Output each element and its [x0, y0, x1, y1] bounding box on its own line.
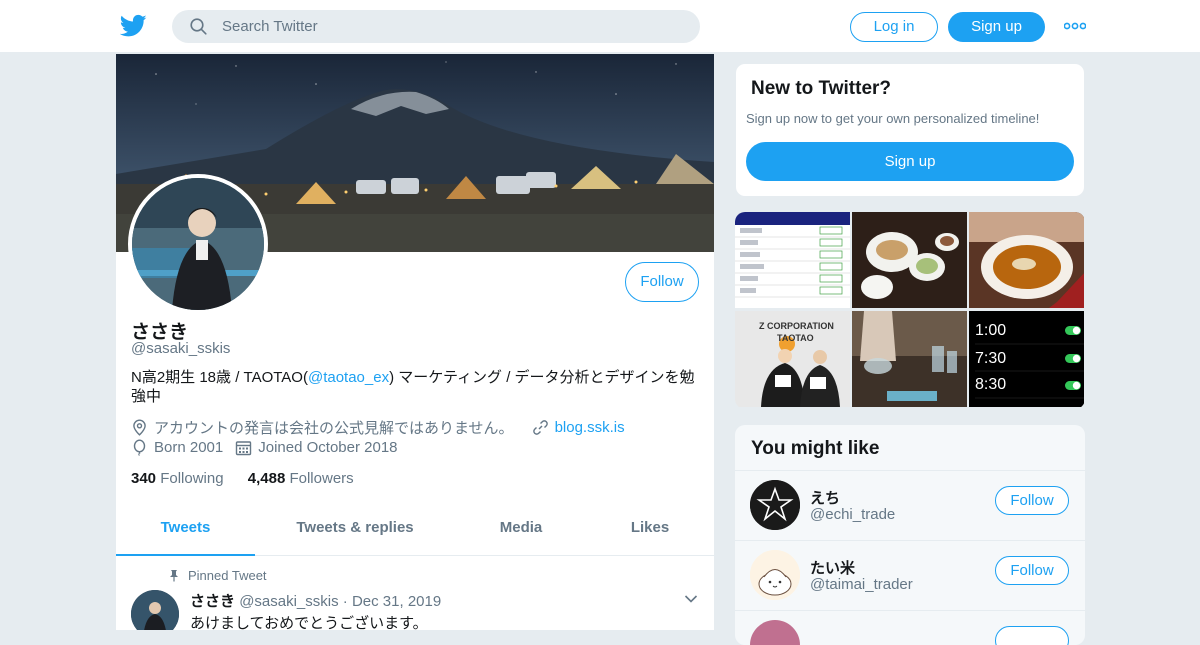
profile-location: アカウントの発言は会社の公式見解ではありません。	[154, 420, 514, 437]
suggested-user-follow-button[interactable]: Follow	[995, 486, 1069, 515]
top-navigation-bar: Log in Sign up	[0, 0, 1200, 53]
signup-button[interactable]: Sign up	[948, 12, 1045, 42]
pinned-tweet-label: Pinned Tweet	[188, 568, 267, 583]
tweet-separator: ·	[342, 593, 348, 610]
profile-joined-date: Joined October 2018	[258, 439, 398, 456]
tweet-date[interactable]: Dec 31, 2019	[352, 593, 441, 610]
tab-likes[interactable]: Likes	[610, 512, 690, 556]
follow-button[interactable]: Follow	[625, 262, 699, 302]
media-grid: Z CORPORATION TAOTAO 1:00 7:30 8:30	[735, 212, 1085, 409]
profile-tabs: Tweets Tweets & replies Media Likes	[116, 512, 714, 556]
tweet-author-avatar[interactable]	[131, 590, 179, 630]
following-count: 340	[131, 470, 157, 487]
media-corp-text: Z CORPORATION	[759, 321, 834, 331]
profile-avatar[interactable]	[128, 174, 268, 314]
login-button[interactable]: Log in	[850, 12, 938, 42]
profile-location-row: アカウントの発言は会社の公式見解ではありません。 blog.ssk.is	[131, 417, 625, 438]
balloon-icon	[133, 439, 146, 456]
media-tile-curry[interactable]	[969, 212, 1084, 308]
profile-dates-row: Born 2001 Joined October 2018	[131, 439, 398, 456]
link-icon	[532, 420, 548, 435]
media-brand-text: TAOTAO	[777, 333, 814, 343]
following-label: Following	[160, 470, 224, 487]
new-to-twitter-card: New to Twitter? Sign up now to get your …	[735, 63, 1085, 197]
media-tile-alarm-screenshot[interactable]: 1:00 7:30 8:30	[969, 311, 1084, 407]
suggested-user-follow-button[interactable]: Follow	[995, 556, 1069, 585]
search-input[interactable]	[222, 10, 682, 43]
media-tile-team-photo[interactable]: Z CORPORATION TAOTAO	[735, 311, 850, 407]
chevron-down-icon[interactable]	[684, 594, 698, 604]
search-icon	[190, 18, 207, 35]
sidebar-signup-button[interactable]: Sign up	[746, 142, 1074, 181]
calendar-icon	[236, 441, 252, 456]
suggested-user-avatar[interactable]	[750, 620, 800, 645]
followers-label: Followers	[289, 470, 354, 487]
media-tile-screenshot[interactable]	[735, 212, 850, 308]
followers-count: 4,488	[247, 470, 286, 487]
you-might-like-title: You might like	[751, 438, 880, 459]
pin-icon	[170, 570, 178, 582]
new-to-twitter-title: New to Twitter?	[751, 78, 892, 99]
media-tile-food-table[interactable]	[852, 212, 967, 308]
search-bar[interactable]	[172, 10, 700, 43]
tweet-text: あけましておめでとうございます。	[190, 615, 428, 630]
profile-handle[interactable]: @sasaki_sskis	[131, 340, 230, 357]
tweet-author-name[interactable]: ささき	[190, 593, 235, 610]
twitter-logo-icon[interactable]	[120, 14, 147, 38]
following-stat[interactable]: 340 Following	[131, 470, 224, 487]
suggested-user-avatar[interactable]	[750, 480, 800, 530]
divider	[735, 470, 1085, 471]
bio-text-prefix: N高2期生 18歳 / TAOTAO(	[131, 369, 308, 386]
tab-tweets[interactable]: Tweets	[116, 512, 255, 556]
bio-mention-link[interactable]: @taotao_ex	[308, 369, 389, 386]
new-to-twitter-subtitle: Sign up now to get your own personalized…	[746, 111, 1040, 126]
suggested-user-handle[interactable]: @taimai_trader	[810, 576, 913, 593]
location-pin-icon	[133, 419, 146, 436]
profile-website-link[interactable]: blog.ssk.is	[555, 419, 625, 436]
divider	[735, 540, 1085, 541]
profile-bio: N高2期生 18歳 / TAOTAO(@taotao_ex) マーケティング /…	[131, 368, 703, 406]
followers-stat[interactable]: 4,488 Followers	[248, 470, 354, 487]
profile-column: Follow ささき @sasaki_sskis N高2期生 18歳 / TAO…	[116, 54, 714, 630]
suggested-user-avatar[interactable]	[750, 550, 800, 600]
more-options-icon[interactable]	[1064, 19, 1086, 33]
tweet-header: ささき @sasaki_sskis · Dec 31, 2019	[190, 590, 441, 611]
suggested-user-handle[interactable]: @echi_trade	[810, 506, 895, 523]
pinned-tweet-label-row: Pinned Tweet	[168, 568, 267, 583]
divider	[735, 610, 1085, 611]
tab-tweets-and-replies[interactable]: Tweets & replies	[286, 512, 424, 556]
you-might-like-card: You might like えち @echi_trade Follow たい米…	[735, 425, 1085, 645]
suggested-user-name[interactable]: たい米	[810, 557, 855, 578]
profile-birth-date: Born 2001	[154, 439, 224, 456]
tab-media[interactable]: Media	[471, 512, 571, 556]
suggested-user-name[interactable]: えち	[810, 487, 840, 508]
profile-stats: 340 Following 4,488 Followers	[131, 470, 354, 487]
suggested-user-follow-button[interactable]	[995, 626, 1069, 645]
tweet-author-handle[interactable]: @sasaki_sskis	[239, 593, 338, 610]
media-tile-cafe[interactable]	[852, 311, 967, 407]
